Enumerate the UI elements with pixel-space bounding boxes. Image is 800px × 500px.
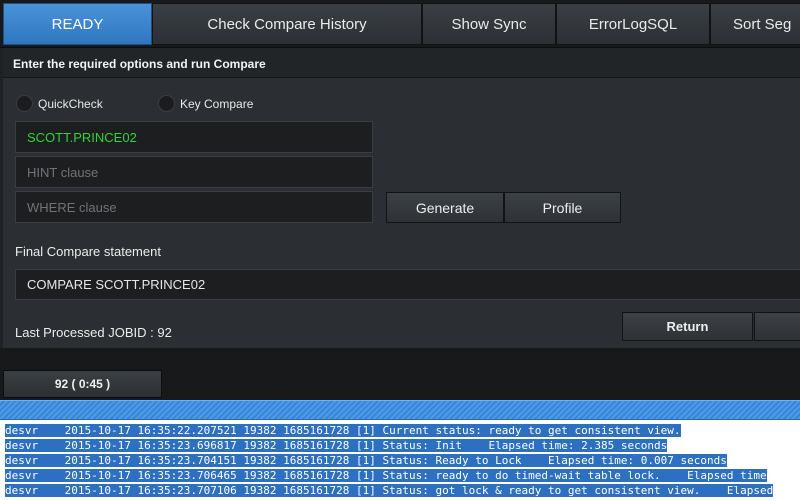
where-clause-input[interactable]: WHERE clause — [15, 191, 373, 223]
extra-button[interactable] — [754, 312, 800, 341]
key-compare-option[interactable]: Key Compare — [158, 95, 253, 112]
return-button[interactable]: Return — [622, 312, 753, 341]
section-header: Enter the required options and run Compa… — [3, 48, 800, 78]
key-compare-label: Key Compare — [180, 96, 254, 111]
last-processed-jobid: Last Processed JOBID : 92 — [15, 325, 172, 340]
final-compare-label: Final Compare statement — [15, 244, 161, 259]
top-tab-bar: READY Check Compare History Show Sync Er… — [0, 0, 800, 48]
profile-button[interactable]: Profile — [504, 192, 621, 223]
final-compare-statement[interactable]: COMPARE SCOTT.PRINCE02 — [15, 269, 800, 300]
log-line: desvr 2015-10-17 16:35:23.706465 19382 1… — [5, 469, 767, 482]
table-name-field[interactable]: SCOTT.PRINCE02 — [15, 121, 373, 153]
job-tab-92[interactable]: 92 ( 0:45 ) — [3, 370, 162, 398]
tab-errorlogsql[interactable]: ErrorLogSQL — [556, 3, 710, 45]
tab-check-compare-history[interactable]: Check Compare History — [152, 3, 422, 45]
quickcheck-radio[interactable] — [16, 95, 33, 112]
job-tab-strip: 92 ( 0:45 ) — [0, 348, 800, 400]
compare-options-panel: Enter the required options and run Compa… — [3, 48, 800, 348]
quickcheck-label: QuickCheck — [38, 96, 103, 111]
hint-clause-input[interactable]: HINT clause — [15, 156, 373, 188]
quickcheck-option[interactable]: QuickCheck — [16, 95, 103, 112]
log-line: desvr 2015-10-17 16:35:23.704151 19382 1… — [5, 454, 727, 467]
log-line: desvr 2015-10-17 16:35:22.207521 19382 1… — [5, 424, 681, 437]
log-splitter[interactable] — [0, 400, 800, 420]
generate-button[interactable]: Generate — [386, 192, 504, 223]
tab-ready[interactable]: READY — [3, 3, 152, 45]
log-line: desvr 2015-10-17 16:35:23.707106 19382 1… — [5, 484, 774, 497]
log-output: desvr 2015-10-17 16:35:22.207521 19382 1… — [0, 420, 800, 500]
tab-show-sync[interactable]: Show Sync — [422, 3, 556, 45]
key-compare-radio[interactable] — [158, 95, 175, 112]
log-line: desvr 2015-10-17 16:35:23.696817 19382 1… — [5, 439, 668, 452]
tab-sort-seg[interactable]: Sort Seg — [710, 3, 800, 45]
